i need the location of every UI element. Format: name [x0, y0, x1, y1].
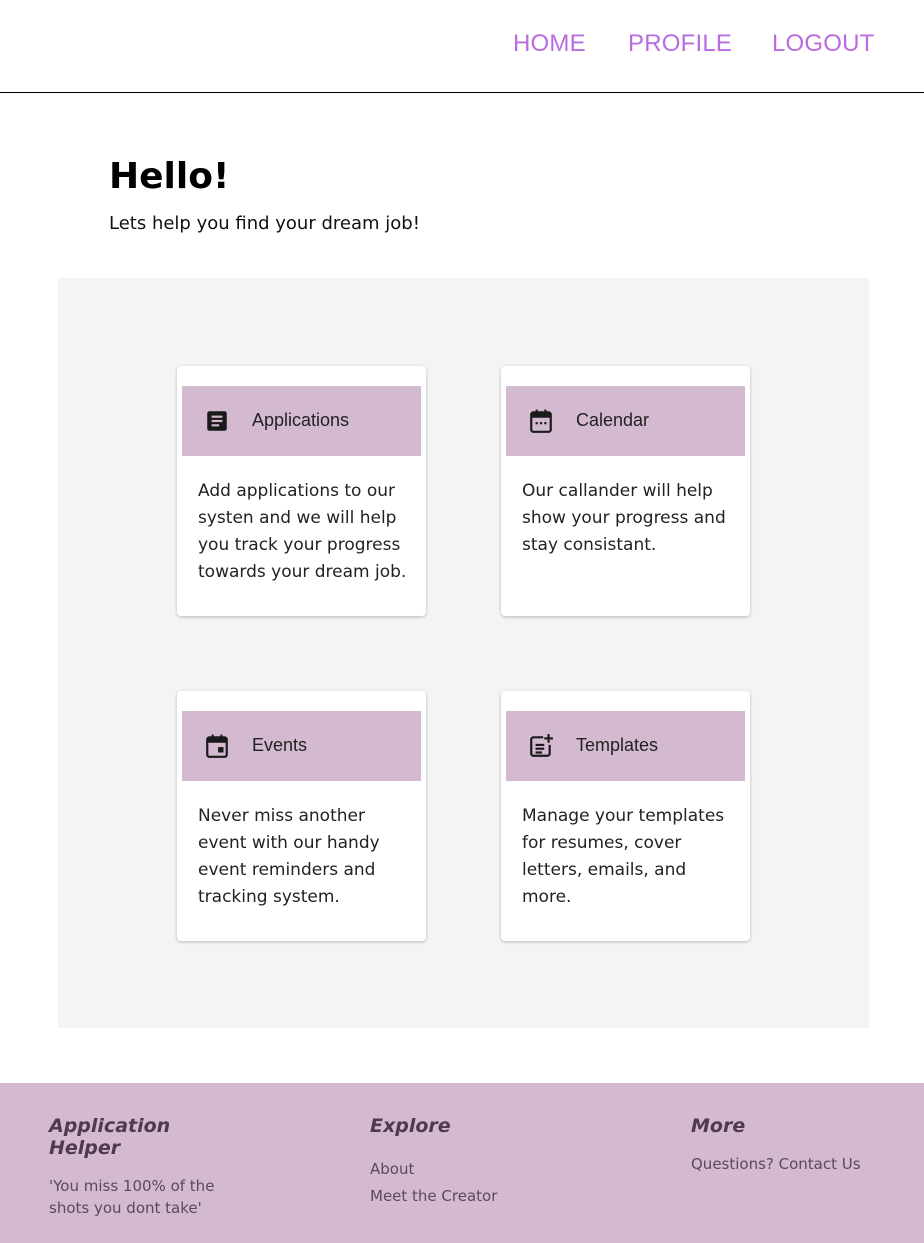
card-title: Templates: [576, 735, 659, 755]
nav-logout-link[interactable]: LOGOUT: [772, 30, 875, 58]
footer-contact-link[interactable]: Questions? Contact Us: [691, 1153, 861, 1175]
footer-explore-title: Explore: [370, 1115, 451, 1137]
card-title: Calendar: [576, 410, 650, 430]
card-header: Templates: [506, 711, 745, 781]
post-add-icon: [530, 734, 553, 757]
page-subtitle: Lets help you find your dream job!: [109, 213, 420, 234]
footer: Application Helper 'You miss 100% of the…: [0, 1083, 924, 1243]
footer-meet-creator-link[interactable]: Meet the Creator: [370, 1183, 497, 1210]
card-header: Events: [182, 711, 421, 781]
footer-brand-column: Application Helper 'You miss 100% of the…: [49, 1115, 239, 1219]
card-description: Our callander will help show your progre…: [522, 481, 726, 555]
card-header: Calendar: [506, 386, 745, 456]
page-title: Hello!: [109, 156, 230, 197]
footer-more-title: More: [691, 1115, 746, 1137]
top-nav: HOME PROFILE LOGOUT: [0, 0, 924, 93]
card-description: Add applications to our systen and we wi…: [198, 481, 407, 582]
templates-card[interactable]: Templates Manage your templates for resu…: [501, 691, 750, 941]
footer-more-column: More Questions? Contact Us: [691, 1115, 861, 1175]
footer-quote: 'You miss 100% of the shots you dont tak…: [49, 1177, 215, 1217]
nav-home-link[interactable]: HOME: [513, 30, 586, 58]
card-header: Applications: [182, 386, 421, 456]
calendar-icon: [530, 409, 552, 433]
card-description: Manage your templates for resumes, cover…: [522, 806, 725, 907]
card-title: Events: [252, 735, 308, 755]
feature-panel: Applications Add applications to our sys…: [58, 278, 869, 1028]
nav-profile-link[interactable]: PROFILE: [628, 30, 732, 58]
calendar-card[interactable]: Calendar Our callander will help show yo…: [501, 366, 750, 616]
footer-explore-column: Explore About Meet the Creator: [370, 1115, 497, 1210]
event-icon: [206, 734, 228, 758]
card-description: Never miss another event with our handy …: [198, 806, 380, 907]
card-title: Applications: [252, 410, 350, 430]
events-card[interactable]: Events Never miss another event with our…: [177, 691, 426, 941]
applications-card[interactable]: Applications Add applications to our sys…: [177, 366, 426, 616]
footer-brand-title: Application Helper: [49, 1115, 171, 1159]
footer-about-link[interactable]: About: [370, 1156, 497, 1183]
document-icon: [207, 411, 227, 431]
